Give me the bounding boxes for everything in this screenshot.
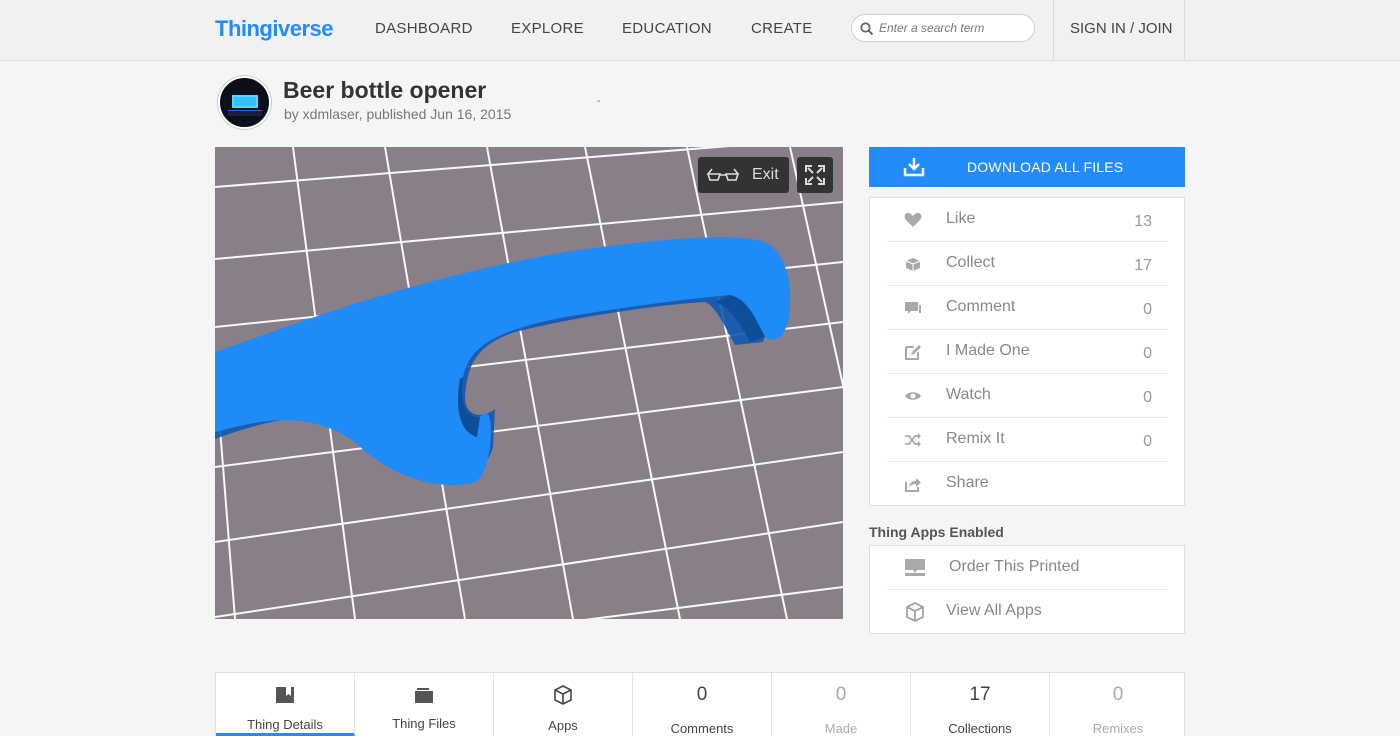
collect-label: Collect [946,254,995,271]
tab-apps-label: Apps [548,718,578,733]
remixes-count: 0 [1112,684,1124,705]
comment-label: Comment [946,298,1016,315]
tab-comments-label: Comments [670,721,734,736]
search-icon[interactable] [860,22,874,36]
apps-cube-icon [554,685,572,705]
order-this-printed-link[interactable]: Order This Printed [887,546,1168,590]
creator-avatar[interactable] [218,76,271,129]
tab-apps[interactable]: Apps [494,673,633,736]
tab-remixes-label: Remixes [1092,721,1144,736]
watch-label: Watch [946,386,991,403]
model-render [215,147,843,619]
vr-exit-button[interactable]: Exit [698,157,789,193]
view-all-apps-label: View All Apps [946,602,1042,619]
thing-byline: by xdmlaser, published Jun 16, 2015 [284,106,512,122]
i-made-one-action[interactable]: I Made One 0 [887,330,1168,374]
nav-education[interactable]: EDUCATION [622,20,712,37]
watch-action[interactable]: Watch 0 [887,374,1168,418]
remix-label: Remix It [946,430,1005,447]
tab-made-label: Made [824,721,858,736]
nav-create[interactable]: CREATE [751,20,813,37]
collections-count: 17 [969,684,991,705]
tab-thing-details-label: Thing Details [247,717,323,732]
eye-icon [905,392,921,400]
tab-collections-label: Collections [948,721,1012,736]
download-label: DOWNLOAD ALL FILES [967,159,1124,175]
tab-comments[interactable]: 0 Comments [633,673,772,736]
avatar-image-screen [232,95,258,108]
share-action[interactable]: Share [887,462,1168,506]
remix-icon [905,433,921,447]
nav-dashboard[interactable]: DASHBOARD [375,20,473,37]
cube-icon [906,602,924,622]
download-all-files-button[interactable]: DOWNLOAD ALL FILES [869,147,1185,187]
printer-icon [905,559,925,576]
tab-collections[interactable]: 17 Collections [911,673,1050,736]
signin-container: SIGN IN / JOIN [1053,0,1185,61]
thing-apps-heading: Thing Apps Enabled [869,524,1004,540]
tab-thing-details[interactable]: Thing Details [216,673,355,736]
fullscreen-icon [805,165,825,185]
tab-thing-files-label: Thing Files [392,716,456,731]
thingiverse-logo[interactable]: Thingiverse [215,16,333,42]
remix-it-action[interactable]: Remix It 0 [887,418,1168,462]
comments-count: 0 [696,684,708,705]
exit-label: Exit [752,166,779,183]
page-title: Beer bottle opener [283,77,487,103]
like-count: 13 [1134,213,1152,230]
like-label: Like [946,210,976,227]
search-box[interactable] [851,14,1035,42]
collect-action[interactable]: Collect 17 [887,242,1168,286]
comment-action[interactable]: Comment 0 [887,286,1168,330]
thing-tabs: Thing Details Thing Files Apps 0 Comment… [215,672,1185,736]
signin-join-link[interactable]: SIGN IN / JOIN [1070,20,1173,37]
search-input[interactable] [879,19,1029,37]
share-label: Share [946,474,989,491]
comment-icon [905,302,921,314]
stray-dash: - [597,96,601,107]
vr-glasses-icon [706,168,740,181]
order-printed-label: Order This Printed [949,558,1080,575]
comment-count: 0 [1143,301,1152,318]
fullscreen-button[interactable] [797,157,833,193]
remix-count: 0 [1143,433,1152,450]
made-one-count: 0 [1143,345,1152,362]
thing-actions-panel: Like 13 Collect 17 Comment 0 I Made One … [869,197,1185,506]
made-one-label: I Made One [946,342,1030,359]
made-count: 0 [835,684,847,705]
thing-details-icon [276,687,294,703]
collect-count: 17 [1134,257,1152,274]
avatar-image-base [228,110,262,116]
download-icon [903,158,925,177]
watch-count: 0 [1143,389,1152,406]
tab-made[interactable]: 0 Made [772,673,911,736]
collect-icon [905,258,921,271]
like-action[interactable]: Like 13 [887,198,1168,242]
view-all-apps-link[interactable]: View All Apps [887,590,1168,634]
thing-apps-panel: Order This Printed View All Apps [869,545,1185,634]
share-icon [905,478,921,492]
thing-files-icon [415,688,433,703]
tab-thing-files[interactable]: Thing Files [355,673,494,736]
made-one-icon [905,345,921,360]
top-navigation-bar: Thingiverse DASHBOARD EXPLORE EDUCATION … [0,0,1400,61]
nav-explore[interactable]: EXPLORE [511,20,584,37]
heart-icon [904,212,922,227]
tab-remixes[interactable]: 0 Remixes [1050,673,1186,736]
model-3d-viewer[interactable] [215,147,843,619]
